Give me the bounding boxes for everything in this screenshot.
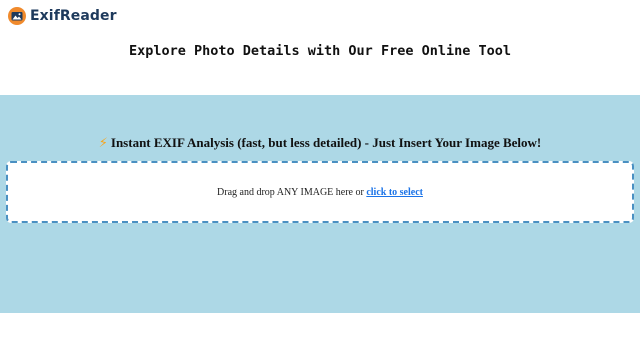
- section-heading-text: Instant EXIF Analysis (fast, but less de…: [110, 135, 542, 150]
- image-dropzone[interactable]: Drag and drop ANY IMAGE here or click to…: [6, 161, 634, 223]
- page-tagline: Explore Photo Details with Our Free Onli…: [128, 43, 511, 59]
- logo[interactable]: ExifReader: [8, 7, 117, 25]
- dropzone-text: Drag and drop ANY IMAGE here or click to…: [217, 187, 423, 198]
- page-footer-area: [0, 313, 640, 360]
- dropzone-instruction: Drag and drop ANY IMAGE here or: [217, 186, 364, 198]
- brand-name: ExifReader: [30, 8, 117, 24]
- lightning-bolt-icon: ⚡: [98, 136, 108, 151]
- site-header: ExifReader Explore Photo Details with Ou…: [0, 0, 640, 95]
- camera-logo-icon: [8, 7, 26, 25]
- section-heading: ⚡ Instant EXIF Analysis (fast, but less d…: [0, 135, 640, 151]
- click-to-select-link[interactable]: click to select: [366, 187, 423, 198]
- upload-section: ⚡ Instant EXIF Analysis (fast, but less d…: [0, 95, 640, 313]
